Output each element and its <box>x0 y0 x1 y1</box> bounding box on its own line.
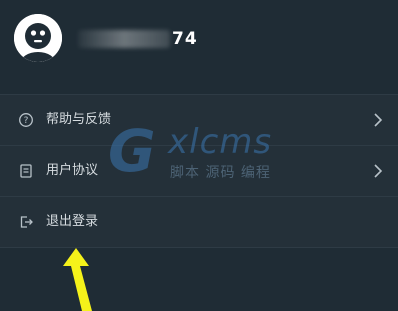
chevron-right-icon <box>374 164 383 178</box>
username-redacted <box>78 30 170 48</box>
username: 74 <box>78 29 198 49</box>
username-suffix: 74 <box>172 29 198 49</box>
menu-item-label: 用户协议 <box>46 163 99 178</box>
profile-header: 74 <box>0 0 398 95</box>
help-circle-icon: ? <box>19 113 33 127</box>
svg-text:?: ? <box>24 116 29 126</box>
avatar[interactable] <box>14 14 62 62</box>
menu-item-label: 退出登录 <box>46 214 99 229</box>
menu-item-user-agreement[interactable]: 用户协议 <box>0 146 398 197</box>
chevron-right-icon <box>374 113 383 127</box>
settings-menu: ? 帮助与反馈 用户协议 退出登录 <box>0 94 398 248</box>
menu-item-label: 帮助与反馈 <box>46 112 112 127</box>
menu-item-help-feedback[interactable]: ? 帮助与反馈 <box>0 95 398 146</box>
document-icon <box>20 164 32 178</box>
logout-icon <box>20 216 33 228</box>
user-face-icon <box>14 14 62 62</box>
menu-item-logout[interactable]: 退出登录 <box>0 197 398 248</box>
